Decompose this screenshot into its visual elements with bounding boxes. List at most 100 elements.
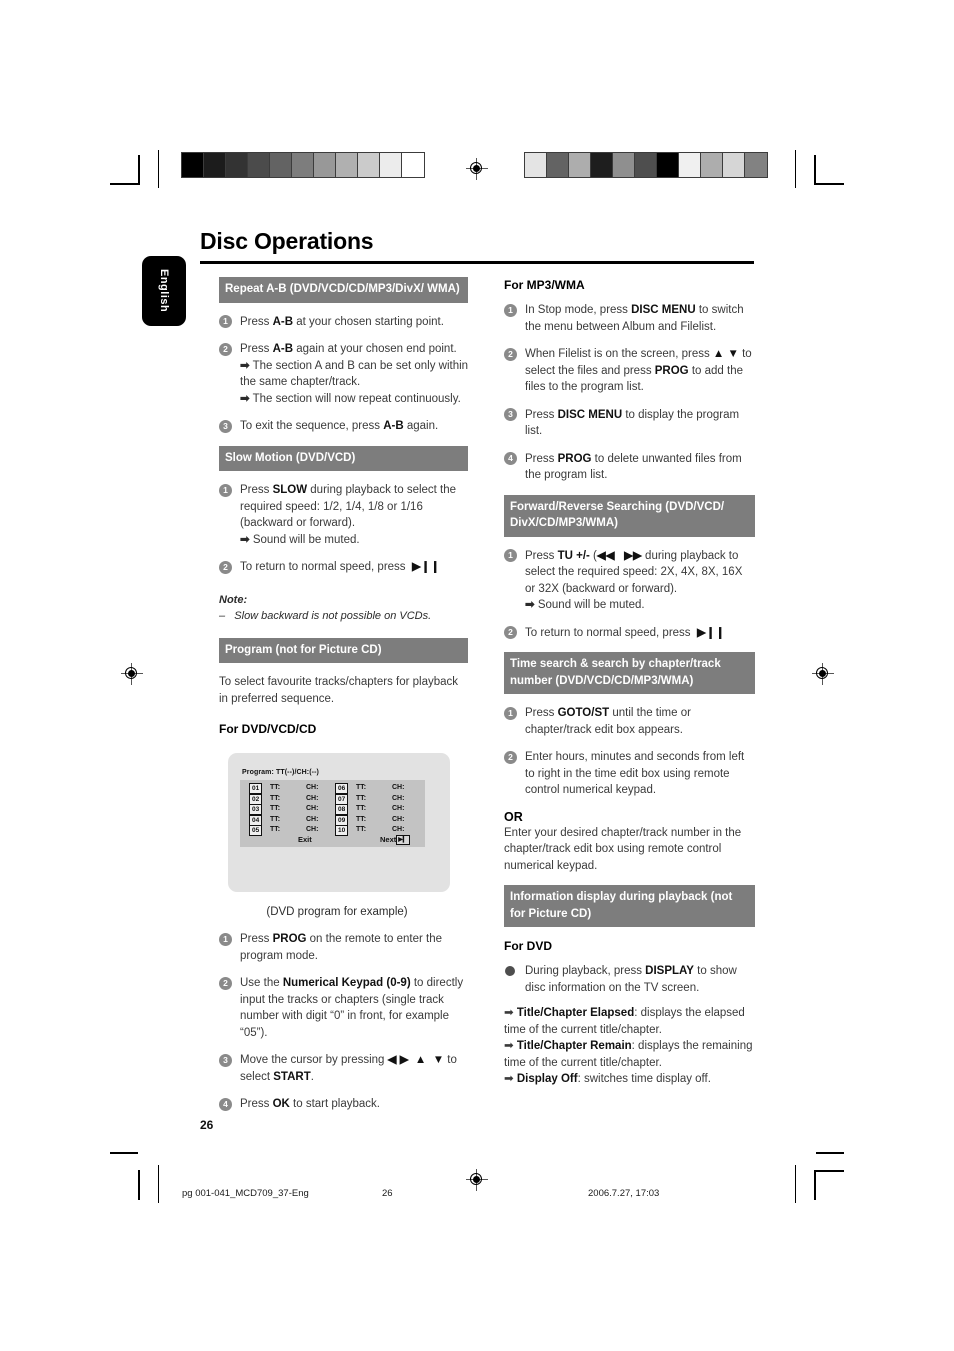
step-number-badge: 3 bbox=[219, 419, 232, 433]
calibration-swatch bbox=[723, 153, 745, 177]
crop-mark-bottom-left-vertical bbox=[138, 1170, 140, 1200]
step-text: Enter hours, minutes and seconds from le… bbox=[525, 751, 745, 796]
numbered-step: During playback, press DISPLAY to show d… bbox=[504, 963, 754, 996]
osd-title-label: TT: bbox=[356, 794, 367, 802]
osd-slot-index[interactable]: 02 bbox=[249, 793, 263, 805]
numbered-step: 2 To return to normal speed, press ▶❙❙ bbox=[504, 625, 754, 642]
title-divider bbox=[200, 261, 754, 264]
osd-program-title: Program: TT(--)/CH:(--) bbox=[242, 769, 319, 776]
calibration-swatch bbox=[657, 153, 679, 177]
step-number-badge: 1 bbox=[219, 483, 232, 497]
calibration-swatch bbox=[613, 153, 635, 177]
crop-mark-top-left-bleed bbox=[158, 150, 159, 188]
osd-program-table: 01 TT: CH: 06 TT: CH: 02 TT: CH: 07 TT: CH: 03 TT: CH:… bbox=[240, 780, 425, 847]
or-body-text: Enter your desired chapter/track number … bbox=[504, 826, 742, 872]
step-text: Press TU +/- (◀◀ ▶▶ during playback to s… bbox=[525, 549, 743, 612]
calibration-swatch bbox=[569, 153, 591, 177]
crop-mark-bottom-right-corner bbox=[816, 1170, 844, 1172]
footer-rule-left bbox=[110, 1152, 138, 1154]
numbered-step: 2 Press A-B again at your chosen end poin… bbox=[219, 341, 469, 407]
sub-heading: For DVD bbox=[504, 939, 552, 953]
language-tab-label: English bbox=[158, 269, 170, 313]
step-number-badge: 1 bbox=[504, 706, 517, 720]
step-text: In Stop mode, press DISC MENU to switch … bbox=[525, 304, 744, 333]
arrow-list: ➡ Title/Chapter Elapsed: displays the el… bbox=[504, 1005, 754, 1088]
note-block: Note: – Slow backward is not possible on … bbox=[219, 592, 469, 624]
footer-timestamp: 2006.7.27, 17:03 bbox=[588, 1188, 660, 1199]
step-number-badge: 2 bbox=[219, 560, 232, 574]
crop-mark-top-right-horizontal bbox=[814, 183, 844, 185]
osd-slot-index[interactable]: 04 bbox=[249, 814, 263, 826]
sub-heading: For DVD/VCD/CD bbox=[219, 722, 317, 736]
osd-title-label: TT: bbox=[356, 815, 367, 823]
step-number-badge: 2 bbox=[504, 347, 517, 361]
osd-chapter-label: CH: bbox=[392, 815, 405, 823]
page-number: 26 bbox=[200, 1118, 214, 1132]
step-number-badge: 2 bbox=[219, 976, 232, 990]
calibration-swatch bbox=[745, 153, 767, 177]
step-text: Press SLOW during playback to select the… bbox=[240, 484, 457, 546]
osd-slot-index[interactable]: 06 bbox=[335, 783, 349, 794]
or-heading: OR bbox=[504, 809, 523, 824]
sub-heading: For MP3/WMA bbox=[504, 278, 585, 292]
calibration-swatch bbox=[248, 153, 270, 177]
section-header: Information display during playback (not… bbox=[504, 885, 755, 927]
crop-mark-top-left-vertical bbox=[138, 155, 140, 185]
osd-footer-row: Exit Next ▶▎ bbox=[240, 835, 425, 847]
osd-title-label: TT: bbox=[356, 805, 367, 813]
osd-program-row: 03 TT: CH: 08 TT: CH: bbox=[240, 804, 425, 816]
step-text: To exit the sequence, press A-B again. bbox=[240, 420, 439, 432]
step-text: Press OK to start playback. bbox=[240, 1098, 380, 1110]
section-header: Repeat A-B (DVD/VCD/CD/MP3/DivX/ WMA) bbox=[219, 277, 468, 303]
left-column: Repeat A-B (DVD/VCD/CD/MP3/DivX/ WMA) 1 Pr… bbox=[219, 277, 469, 1124]
numbered-step: 3 Press DISC MENU to display the program … bbox=[504, 407, 754, 440]
osd-next-button[interactable]: Next ▶▎ bbox=[380, 835, 410, 845]
footer-filename: pg 001-041_MCD709_37-Eng bbox=[182, 1188, 309, 1199]
osd-chapter-label: CH: bbox=[306, 784, 319, 791]
osd-chapter-label: CH: bbox=[392, 826, 405, 834]
crop-mark-bottom-left-bleed bbox=[158, 1165, 159, 1203]
step-number-badge: 4 bbox=[504, 452, 517, 465]
bullet-dot-icon bbox=[505, 966, 515, 976]
osd-chapter-label: CH: bbox=[392, 784, 405, 791]
calibration-swatch bbox=[204, 153, 226, 177]
osd-slot-index[interactable]: 03 bbox=[249, 804, 263, 816]
calibration-swatch bbox=[591, 153, 613, 177]
osd-slot-index[interactable]: 08 bbox=[335, 804, 349, 816]
osd-exit-button[interactable]: Exit bbox=[298, 835, 312, 844]
osd-slot-index[interactable]: 07 bbox=[335, 793, 349, 805]
crop-mark-top-right-vertical bbox=[814, 155, 816, 185]
osd-slot-index[interactable]: 01 bbox=[249, 783, 263, 794]
arrow-list-item: ➡ Title/Chapter Remain: displays the rem… bbox=[504, 1040, 753, 1069]
numbered-step: 1 Press PROG on the remote to enter the p… bbox=[219, 931, 469, 964]
step-number-badge: 1 bbox=[504, 303, 517, 317]
calibration-swatch bbox=[226, 153, 248, 177]
calibration-swatch bbox=[358, 153, 380, 177]
osd-chapter-label: CH: bbox=[306, 826, 319, 834]
calibration-swatch bbox=[635, 153, 657, 177]
numbered-step: 4 Press PROG to delete unwanted files fro… bbox=[504, 451, 754, 484]
step-text: Press GOTO/ST until the time or chapter/… bbox=[525, 707, 691, 736]
numbered-step: 4 Press OK to start playback. bbox=[219, 1096, 469, 1113]
numbered-step: 2 To return to normal speed, press ▶❙❙ bbox=[219, 559, 469, 576]
numbered-step: 2 Use the Numerical Keypad (0-9) to direc… bbox=[219, 975, 469, 1041]
step-number-badge: 2 bbox=[504, 626, 517, 639]
step-text: When Filelist is on the screen, press ▲ … bbox=[525, 348, 752, 393]
osd-title-label: TT: bbox=[356, 826, 367, 834]
step-text: To return to normal speed, press ▶❙❙ bbox=[240, 561, 441, 573]
manual-page: English Disc Operations Repeat A-B (DVD/… bbox=[0, 0, 954, 1351]
osd-slot-index[interactable]: 09 bbox=[335, 814, 349, 826]
osd-title-label: TT: bbox=[356, 784, 367, 791]
language-tab: English bbox=[142, 256, 186, 326]
osd-program-row: 04 TT: CH: 09 TT: CH: bbox=[240, 814, 425, 826]
calibration-swatch bbox=[701, 153, 723, 177]
step-text: Move the cursor by pressing ◀ ▶ ▲ ▼ to s… bbox=[240, 1054, 457, 1083]
numbered-step: 1 In Stop mode, press DISC MENU to switch… bbox=[504, 302, 754, 335]
osd-title-label: TT: bbox=[270, 794, 281, 802]
section-intro-text: To select favourite tracks/chapters for … bbox=[219, 676, 459, 705]
step-number-badge: 2 bbox=[219, 342, 232, 356]
footer-page-number: 26 bbox=[382, 1188, 393, 1199]
arrow-list-item: ➡ Display Off: switches time display off… bbox=[504, 1073, 711, 1085]
calibration-swatch bbox=[182, 153, 204, 177]
calibration-swatch bbox=[292, 153, 314, 177]
